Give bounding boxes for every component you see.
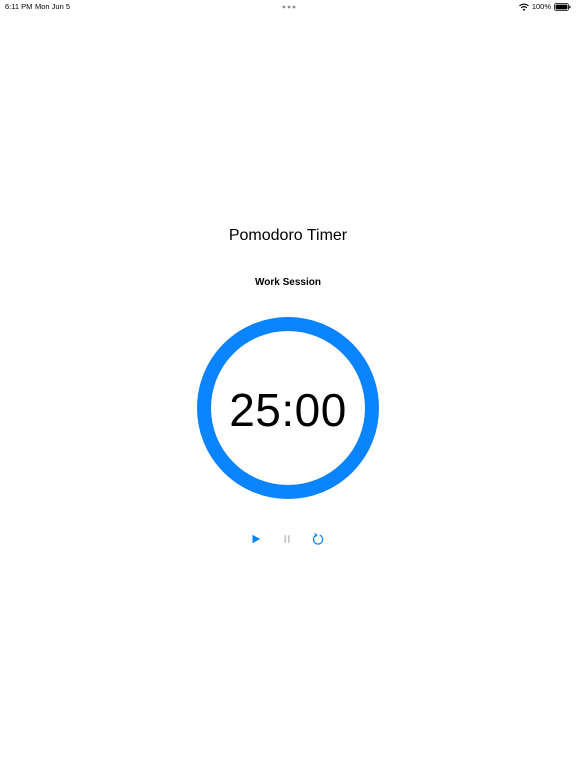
pomodoro-screen: 6:11 PM Mon Jun 5 100% Pomodoro Timer Wo…	[0, 0, 576, 768]
session-label: Work Session	[255, 277, 321, 288]
wifi-icon	[518, 3, 529, 11]
play-button[interactable]	[248, 531, 264, 547]
timer-controls	[0, 531, 576, 547]
play-icon	[252, 534, 261, 544]
reset-icon	[312, 533, 324, 545]
reset-button[interactable]	[310, 531, 326, 547]
status-time: 6:11 PM	[5, 2, 33, 11]
status-bar: 6:11 PM Mon Jun 5 100%	[0, 0, 576, 14]
timer-ring: 25:00	[197, 317, 379, 499]
status-date: Mon Jun 5	[35, 2, 71, 11]
app-title: Pomodoro Timer	[228, 227, 348, 244]
status-right: 100%	[518, 2, 571, 11]
pause-button[interactable]	[279, 531, 295, 547]
battery-percent: 100%	[531, 2, 551, 11]
timer-display: 25:00	[229, 384, 347, 436]
multitask-dots-icon[interactable]	[282, 5, 296, 9]
pause-icon	[284, 535, 290, 543]
battery-icon	[554, 2, 571, 11]
